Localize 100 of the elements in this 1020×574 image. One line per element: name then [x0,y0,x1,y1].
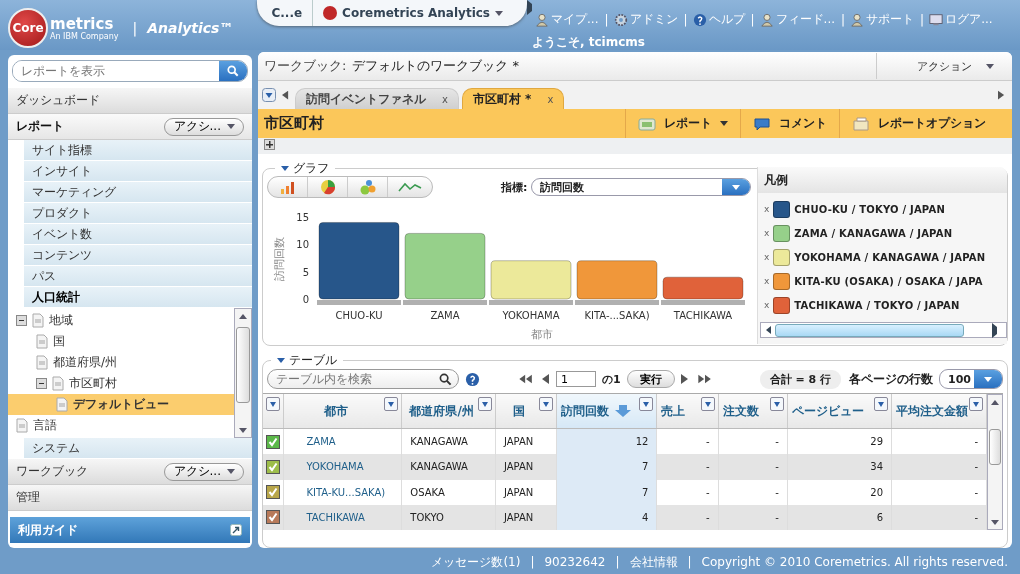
remove-icon[interactable]: x [764,204,770,214]
action-button[interactable]: アクシ... [164,117,244,136]
report-category[interactable]: パス [24,266,252,287]
person-icon [759,12,774,27]
sidebar-section[interactable]: ダッシュボード [8,88,252,114]
document-icon [52,376,64,391]
table-cell[interactable]: KITA-KU...SAKA) [283,479,402,505]
report-tab[interactable]: 訪問イベントファネル x [295,88,459,109]
document-icon [36,355,48,370]
guide-bar[interactable]: 利用ガイド [10,517,250,543]
column-header[interactable]: 訪問回数 [556,394,657,429]
page-count: の1 [602,371,621,387]
scroll-right-icon[interactable] [998,90,1005,100]
bubble-chart-icon [358,179,377,195]
axis-tick-label: CHUO-KU [335,310,383,321]
app-tab[interactable]: C...e [261,0,313,26]
column-header[interactable]: 注文数 [718,394,788,429]
product-name: Analytics™ [147,20,234,36]
table-cell: JAPAN [495,504,557,530]
separator: | [750,12,755,27]
legend-label: CHUO-KU / TOKYO / JAPAN [794,203,945,215]
report-category[interactable]: イベント数 [24,224,252,245]
metric-select[interactable]: 訪問回数 [531,178,752,196]
row-checkbox[interactable] [266,459,281,474]
rows-per-page-select[interactable]: 100 [939,369,1003,389]
report-category[interactable]: サイト指標 [24,140,252,161]
separator: | [687,555,692,569]
scroll-left-icon[interactable] [282,90,289,100]
column-header[interactable] [263,394,284,429]
section-title[interactable]: グラフ [275,160,335,177]
column-header[interactable]: 売上 [656,394,719,429]
close-tab-icon[interactable]: x [547,93,554,105]
report-category[interactable]: インサイト [24,161,252,182]
gear-icon [613,12,628,27]
collapse-toggle[interactable] [36,378,47,389]
tree-item[interactable]: 国 [53,333,65,350]
axis-title: 訪問回数 [273,237,286,281]
monitor-icon [929,12,944,27]
remove-icon[interactable]: x [764,276,770,286]
scrollbar[interactable] [987,394,1003,530]
rows-per-page-label: 各ページの行数 [849,370,933,388]
scrollbar[interactable] [234,308,252,438]
tree-item[interactable]: 言語 [33,417,57,434]
collapse-toggle[interactable] [16,315,27,326]
column-header[interactable]: 国 [495,394,557,429]
row-checkbox[interactable] [266,510,281,525]
row-checkbox[interactable] [266,434,281,449]
action-button[interactable]: アクシ... [164,462,244,481]
section-title[interactable]: テーブル [271,352,343,369]
options-icon [852,116,870,131]
welcome-text: ようこそ, tcimcms [532,34,646,51]
help-icon[interactable] [465,371,480,387]
go-button[interactable]: 実行 [626,370,675,388]
next-page-icon[interactable] [680,374,689,384]
table-search-field[interactable]: テーブル内を検索 [267,369,459,389]
app-tab[interactable]: Coremetrics Analytics [312,0,513,26]
report-tab[interactable]: 市区町村 * x [461,88,565,109]
action-menu-button[interactable]: アクション [876,53,1006,79]
tree-item[interactable]: 市区町村 [69,375,117,392]
report-search-field[interactable]: レポートを表示 [12,60,248,82]
section-title[interactable]: ワークブック [16,463,88,480]
column-header[interactable]: 都道府県/州 [401,394,496,429]
row-checkbox[interactable] [266,485,281,500]
column-header[interactable]: ページビュー [787,394,892,429]
report-category[interactable]: システム [24,438,252,459]
report-icon [638,116,656,131]
close-tab-icon[interactable]: x [442,93,448,105]
bar[interactable] [662,276,744,300]
report-category[interactable]: 人口統計 [24,287,252,308]
report-category[interactable]: プロダクト [24,203,252,224]
document-icon [36,334,48,349]
separator: | [530,555,535,569]
expand-icon[interactable] [264,139,275,150]
bar[interactable] [318,221,400,300]
legend-label: KITA-KU (OSAKA) / OSAKA / JAPA [794,275,983,287]
legend-title: 凡例 [758,167,1007,193]
table-cell: TOKYO [401,504,496,530]
table-cell[interactable]: TACHIKAWA [283,504,402,530]
dropdown-icon[interactable] [262,88,276,102]
report-category[interactable]: マーケティング [24,182,252,203]
scrollbar[interactable] [760,322,1007,338]
previous-page-icon[interactable] [542,374,550,384]
sort-descending-icon [615,405,632,417]
remove-icon[interactable]: x [764,300,770,310]
page-number-field[interactable]: 1 [556,371,596,387]
guide-link[interactable]: 利用ガイド [18,521,78,539]
sidebar-section[interactable]: 管理 [8,485,252,511]
table-cell[interactable]: YOKOHAMA [283,454,402,480]
remove-icon[interactable]: x [764,252,770,262]
tree-item[interactable]: 都道府県/州 [53,354,118,371]
separator: | [841,12,846,27]
tree-item[interactable]: 地域 [49,312,73,329]
logo-subtitle: An IBM Company [50,31,119,41]
column-header[interactable]: 都市 [283,394,402,429]
comment-icon [753,116,771,131]
remove-icon[interactable]: x [764,228,770,238]
separator: | [920,12,925,27]
section-title[interactable]: レポート [16,118,64,135]
column-header[interactable]: 平均注文金額 [891,394,987,429]
report-category[interactable]: コンテンツ [24,245,252,266]
